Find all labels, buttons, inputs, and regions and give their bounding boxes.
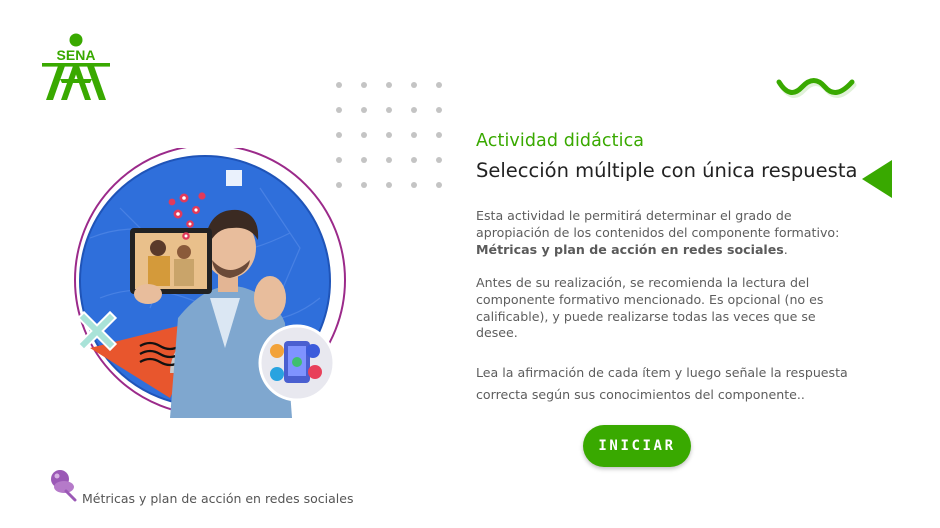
sena-logo-icon: SENA xyxy=(42,33,110,100)
activity-subtitle: Actividad didáctica xyxy=(476,131,645,151)
activity-title: Selección múltiple con única respuesta xyxy=(476,159,858,182)
intro-end: . xyxy=(783,241,788,257)
intro-text: Esta actividad le permitirá determinar e… xyxy=(476,208,840,240)
logo-text: SENA xyxy=(57,47,96,63)
recommendation-paragraph: Antes de su realización, se recomienda l… xyxy=(476,275,824,341)
intro-paragraph: Esta actividad le permitirá determinar e… xyxy=(476,208,848,258)
footer-course-name: Métricas y plan de acción en redes socia… xyxy=(82,491,354,506)
pushpin-icon xyxy=(51,470,77,502)
start-button[interactable]: INICIAR xyxy=(583,425,691,467)
instructions-paragraph: Lea la afirmación de cada ítem y luego s… xyxy=(476,365,848,402)
sena-logo: SENA xyxy=(38,32,114,104)
component-name: Métricas y plan de acción en redes socia… xyxy=(476,241,784,257)
triangle-left-icon[interactable] xyxy=(858,158,894,200)
hero-illustration xyxy=(74,148,346,418)
squiggle-icon xyxy=(776,78,857,98)
